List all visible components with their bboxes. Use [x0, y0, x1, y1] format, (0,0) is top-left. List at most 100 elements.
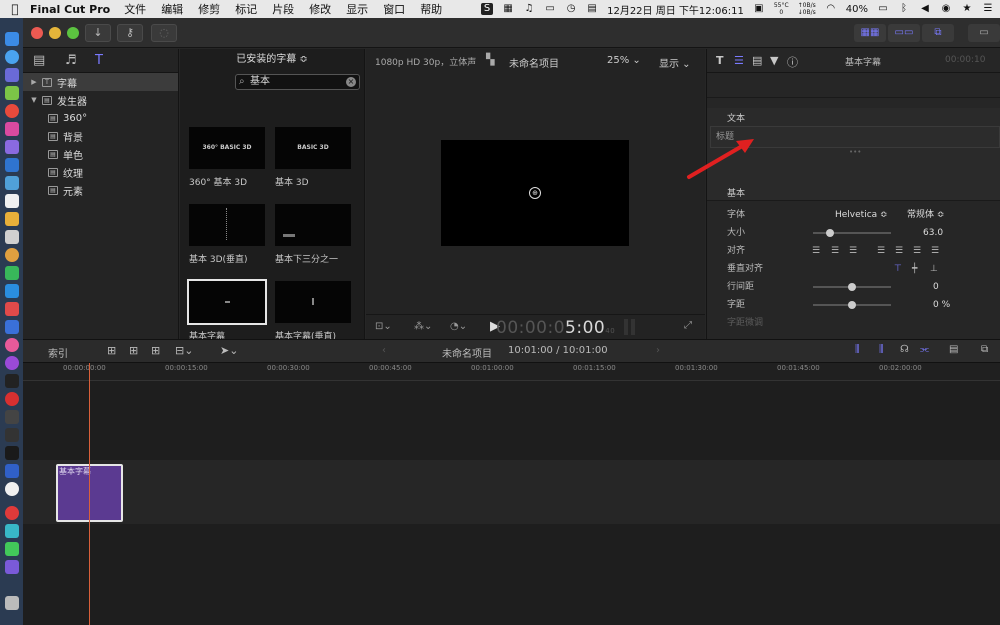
search-input[interactable]: ⌕ 基本 ×: [235, 74, 360, 90]
effects-browser-icon[interactable]: ⧉: [981, 344, 988, 355]
crop-menu-icon[interactable]: ⊡⌄: [375, 321, 392, 332]
sidebar-item-elements[interactable]: ▤ 元素: [23, 181, 178, 199]
battery-icon[interactable]: ▭: [877, 3, 889, 15]
sidebar-item-textures[interactable]: ▤ 纹理: [23, 163, 178, 181]
menu-trim[interactable]: 修剪: [198, 1, 220, 17]
share-button[interactable]: ▭: [968, 24, 1000, 42]
slider-knob[interactable]: [826, 229, 835, 237]
dock-app-icon[interactable]: [5, 524, 19, 538]
dock-android-icon[interactable]: [5, 86, 19, 100]
title-thumb-basic-title[interactable]: 基本字幕: [187, 279, 269, 342]
justify-left-icon[interactable]: ☰: [877, 242, 885, 260]
title-inspector-tab-icon[interactable]: ☰: [734, 54, 744, 67]
title-thumb-basic-lower-third[interactable]: 基本下三分之一: [275, 204, 355, 265]
dock-app-icon[interactable]: [5, 428, 19, 442]
forward-arrow-icon[interactable]: ›: [656, 345, 660, 356]
size-slider[interactable]: [813, 229, 891, 237]
dock-podcast-icon[interactable]: [5, 356, 19, 370]
sidebar-item-360[interactable]: ▤ 360°: [23, 109, 178, 127]
tracking-slider[interactable]: [813, 301, 891, 309]
justify-right-icon[interactable]: ☰: [913, 242, 921, 260]
valign-bottom-icon[interactable]: ⊥: [930, 260, 938, 278]
volume-icon[interactable]: ◀: [919, 3, 931, 15]
apple-menu-icon[interactable]: : [0, 2, 30, 16]
sidebar-item-titles[interactable]: ▶ T 字幕: [23, 73, 178, 91]
dock-wechat-icon[interactable]: [5, 542, 19, 556]
dock-app-icon[interactable]: [5, 140, 19, 154]
text-inspector-tab-icon[interactable]: T: [716, 54, 724, 67]
line-spacing-value[interactable]: 0: [933, 278, 939, 296]
battery-percent[interactable]: 40%: [846, 4, 868, 15]
snapping-icon[interactable]: ⫘: [920, 344, 929, 355]
dock-finder-icon[interactable]: [5, 32, 19, 46]
temp-readout[interactable]: 55°C 0: [774, 2, 789, 16]
menu-file[interactable]: 文件: [124, 1, 146, 17]
timeline-area[interactable]: 基本字幕: [23, 381, 1000, 625]
title-thumb-basic-title-vertical[interactable]: 基本字幕(垂直): [275, 281, 355, 342]
user-icon[interactable]: ◉: [940, 3, 952, 15]
dock-app-icon[interactable]: [5, 230, 19, 244]
sidebar-item-solids[interactable]: ▤ 单色: [23, 145, 178, 163]
installed-titles-dropdown[interactable]: 已安装的字幕 ≎: [180, 49, 364, 73]
dock-app-icon[interactable]: [5, 158, 19, 172]
enhance-menu-icon[interactable]: ⁂⌄: [414, 321, 432, 332]
fullscreen-icon[interactable]: ⤢: [684, 320, 692, 331]
align-left-icon[interactable]: ☰: [812, 242, 820, 260]
clear-search-icon[interactable]: ×: [346, 77, 356, 87]
background-tasks-button[interactable]: ◌: [151, 24, 177, 42]
wifi-icon[interactable]: ◠: [825, 3, 837, 15]
dock-trash-icon[interactable]: [5, 596, 19, 610]
dock-app-icon[interactable]: [5, 446, 19, 460]
dock-app-icon[interactable]: [5, 392, 19, 406]
sidebar-item-backgrounds[interactable]: ▤ 背景: [23, 127, 178, 145]
valign-top-icon[interactable]: ⊤: [894, 260, 902, 278]
dock-app-icon[interactable]: [5, 68, 19, 82]
menu-help[interactable]: 帮助: [420, 1, 442, 17]
justify-center-icon[interactable]: ☰: [895, 242, 903, 260]
dock-app-icon[interactable]: [5, 176, 19, 190]
menu-view[interactable]: 显示: [346, 1, 368, 17]
display-icon[interactable]: ▭: [544, 3, 556, 15]
color-inspector-tab-icon[interactable]: ▼: [770, 54, 778, 67]
connect-clip-icon[interactable]: ⊞: [107, 344, 116, 357]
timecode-display[interactable]: 00:00:05:0040: [496, 318, 615, 338]
timeline-ruler[interactable]: 00:00:00:00 00:00:15:00 00:00:30:00 00:0…: [23, 363, 1000, 381]
dock-yandex-icon[interactable]: [5, 482, 19, 496]
slider-knob[interactable]: [848, 301, 856, 309]
close-window-button[interactable]: [31, 27, 43, 39]
line-spacing-slider[interactable]: [813, 283, 891, 291]
zoom-window-button[interactable]: [67, 27, 79, 39]
basic-section-header[interactable]: 基本: [707, 183, 1000, 201]
menu-modify[interactable]: 修改: [309, 1, 331, 17]
grid-icon[interactable]: ▦: [502, 3, 514, 15]
slider-knob[interactable]: [848, 283, 856, 291]
zoom-dropdown[interactable]: 25% ⌄: [607, 55, 641, 66]
sidebar-item-generators[interactable]: ▼ ▤ 发生器: [23, 91, 178, 109]
clip-appearance-icon[interactable]: ▤: [949, 344, 958, 355]
align-right-icon[interactable]: ☰: [849, 242, 857, 260]
dock-chrome-icon[interactable]: [5, 104, 19, 118]
dock-app-icon[interactable]: [5, 302, 19, 316]
justify-full-icon[interactable]: ☰: [931, 242, 939, 260]
speed-menu-icon[interactable]: ◔⌄: [450, 321, 467, 332]
status-s-icon[interactable]: S: [481, 3, 494, 15]
align-center-icon[interactable]: ☰: [831, 242, 839, 260]
dashboard-icon[interactable]: ▣: [753, 3, 765, 15]
transform-handle-icon[interactable]: ⊕: [529, 187, 541, 199]
photos-audio-tab-icon[interactable]: ♬: [65, 53, 77, 68]
dock-app-icon[interactable]: [5, 266, 19, 280]
info-inspector-tab-icon[interactable]: ⓘ: [787, 54, 798, 70]
valign-middle-icon[interactable]: ┿: [912, 260, 917, 278]
title-thumb-360-basic-3d[interactable]: 360° BASIC 3D 360° 基本 3D: [189, 127, 269, 188]
star-icon[interactable]: ★: [961, 3, 973, 15]
index-button[interactable]: 索引: [48, 345, 68, 360]
dock-calendar-icon[interactable]: [5, 194, 19, 208]
import-button[interactable]: ↓: [85, 24, 111, 42]
menu-edit[interactable]: 编辑: [161, 1, 183, 17]
insert-clip-icon[interactable]: ⊞: [129, 344, 138, 357]
music-icon[interactable]: ♫: [523, 3, 535, 15]
primary-storyline[interactable]: [23, 460, 1000, 524]
viewer-canvas[interactable]: ⊕: [441, 140, 629, 246]
dock-weibo-icon[interactable]: [5, 506, 19, 520]
menu-mark[interactable]: 标记: [235, 1, 257, 17]
